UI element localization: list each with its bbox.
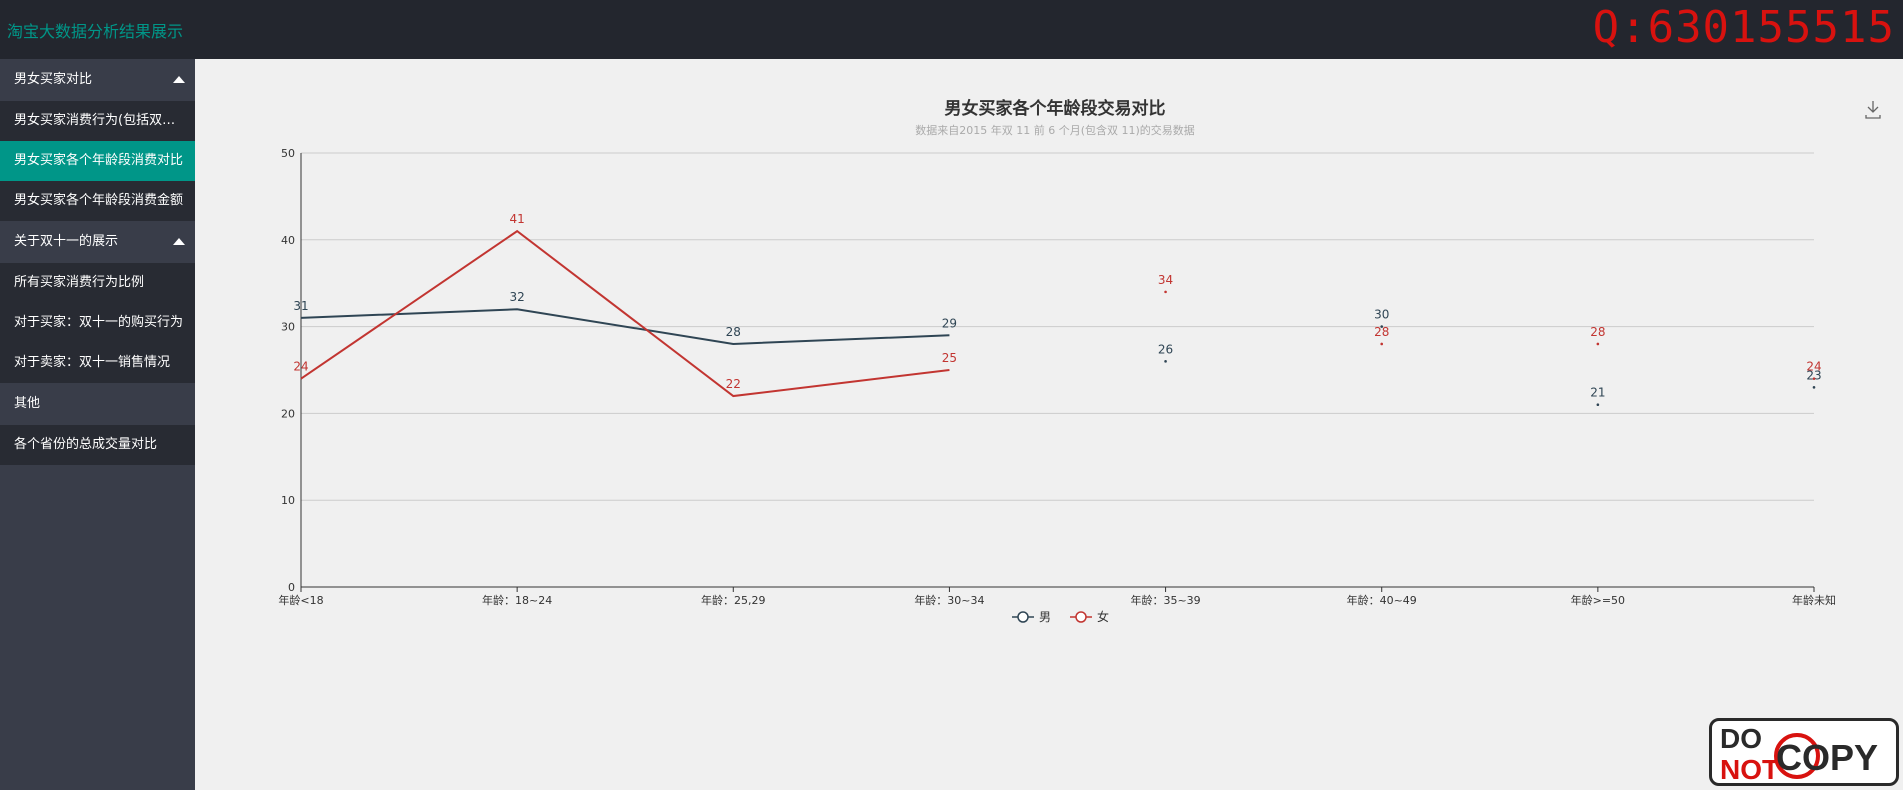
- sidebar-group-gender-compare: 男女买家对比 男女买家消费行为(包括双十一) 男女买家各个年龄段消费对比 男女买…: [0, 59, 195, 221]
- sidebar-group-other: 其他 各个省份的总成交量对比: [0, 383, 195, 465]
- data-label: 30: [1374, 308, 1389, 322]
- data-point: [1812, 386, 1816, 389]
- y-tick-label: 10: [281, 494, 295, 507]
- x-tick-label: 年龄：40~49: [1347, 593, 1417, 607]
- legend-label: 女: [1097, 609, 1109, 624]
- caret-up-icon: [173, 76, 185, 83]
- chart-title: 男女买家各个年龄段交易对比: [945, 98, 1166, 119]
- sidebar-item-age-consumption-amount[interactable]: 男女买家各个年龄段消费金额: [0, 181, 195, 221]
- qq-contact-text: Q:630155515: [1592, 2, 1895, 53]
- main-content: 男女买家各个年龄段交易对比数据来自2015 年双 11 前 6 个月(包含双 1…: [195, 59, 1903, 790]
- data-point: [1164, 360, 1167, 363]
- sidebar-item-age-consumption-compare[interactable]: 男女买家各个年龄段消费对比: [0, 141, 195, 181]
- data-point: [1380, 342, 1384, 346]
- data-label: 32: [510, 290, 525, 304]
- y-tick-label: 50: [281, 147, 295, 160]
- data-label: 21: [1590, 386, 1605, 400]
- watermark-copy: COPY: [1776, 737, 1879, 778]
- app-title[interactable]: 淘宝大数据分析结果展示: [7, 18, 183, 42]
- do-not-copy-watermark: DO NOT COPY: [1709, 718, 1899, 786]
- data-label: 24: [1806, 360, 1821, 374]
- x-tick-label: 年龄：25,29: [701, 593, 766, 607]
- line-chart: 男女买家各个年龄段交易对比数据来自2015 年双 11 前 6 个月(包含双 1…: [278, 98, 1881, 624]
- data-label: 29: [942, 316, 957, 330]
- data-label: 22: [726, 377, 741, 391]
- sidebar-item-province-volume[interactable]: 各个省份的总成交量对比: [0, 425, 195, 465]
- sidebar-item-consumption-behavior[interactable]: 男女买家消费行为(包括双十一): [0, 101, 195, 141]
- top-bar: 淘宝大数据分析结果展示 Q:630155515: [0, 0, 1903, 59]
- sidebar-sub-list: 所有买家消费行为比例 对于买家：双十一的购买行为 对于卖家：双十一销售情况: [0, 263, 195, 383]
- data-label: 26: [1158, 342, 1173, 356]
- x-tick-label: 年龄<18: [278, 593, 323, 607]
- sidebar-sub-list: 各个省份的总成交量对比: [0, 425, 195, 465]
- data-label: 28: [726, 325, 741, 339]
- legend-marker: [1075, 611, 1087, 623]
- data-label: 41: [510, 212, 525, 226]
- sidebar-group-title: 其他: [14, 396, 41, 411]
- sidebar-item-buyer-behavior-ratio[interactable]: 所有买家消费行为比例: [0, 263, 195, 303]
- data-label: 34: [1158, 273, 1173, 287]
- sidebar-item-buyer-double11[interactable]: 对于买家：双十一的购买行为: [0, 303, 195, 343]
- watermark-do: DO: [1720, 723, 1762, 754]
- data-label: 31: [293, 299, 308, 313]
- legend-label: 男: [1039, 610, 1051, 624]
- data-label: 28: [1590, 325, 1605, 339]
- y-tick-label: 40: [281, 234, 295, 247]
- x-tick-label: 年龄未知: [1792, 593, 1836, 607]
- sidebar-group-double11: 关于双十一的展示 所有买家消费行为比例 对于买家：双十一的购买行为 对于卖家：双…: [0, 221, 195, 383]
- sidebar-group-header[interactable]: 男女买家对比: [0, 59, 195, 101]
- data-point: [1596, 342, 1600, 346]
- sidebar-group-header[interactable]: 其他: [0, 383, 195, 425]
- data-point: [1164, 290, 1167, 294]
- caret-up-icon: [173, 238, 185, 245]
- legend-marker: [1017, 611, 1029, 623]
- data-point: [1596, 403, 1600, 407]
- sidebar-group-header[interactable]: 关于双十一的展示: [0, 221, 195, 263]
- data-label: 25: [942, 351, 957, 365]
- sidebar-group-title: 男女买家对比: [14, 72, 93, 87]
- data-label: 24: [293, 360, 308, 374]
- x-tick-label: 年龄：35~39: [1130, 593, 1200, 607]
- download-icon[interactable]: [1865, 101, 1881, 119]
- x-tick-label: 年龄>=50: [1571, 593, 1625, 607]
- sidebar-item-seller-double11[interactable]: 对于卖家：双十一销售情况: [0, 343, 195, 383]
- chart-subtitle: 数据来自2015 年双 11 前 6 个月(包含双 11)的交易数据: [915, 123, 1195, 137]
- sidebar-sub-list: 男女买家消费行为(包括双十一) 男女买家各个年龄段消费对比 男女买家各个年龄段消…: [0, 101, 195, 221]
- data-label: 28: [1374, 325, 1389, 339]
- data-point: [1812, 377, 1816, 380]
- x-tick-label: 年龄：30~34: [914, 593, 984, 607]
- y-tick-label: 20: [281, 407, 295, 420]
- y-tick-label: 30: [281, 321, 295, 334]
- sidebar-group-title: 关于双十一的展示: [14, 234, 119, 249]
- watermark-not: NOT: [1720, 754, 1780, 785]
- y-tick-label: 0: [288, 581, 295, 594]
- sidebar-nav: 男女买家对比 男女买家消费行为(包括双十一) 男女买家各个年龄段消费对比 男女买…: [0, 59, 195, 790]
- x-tick-label: 年龄：18~24: [482, 593, 552, 607]
